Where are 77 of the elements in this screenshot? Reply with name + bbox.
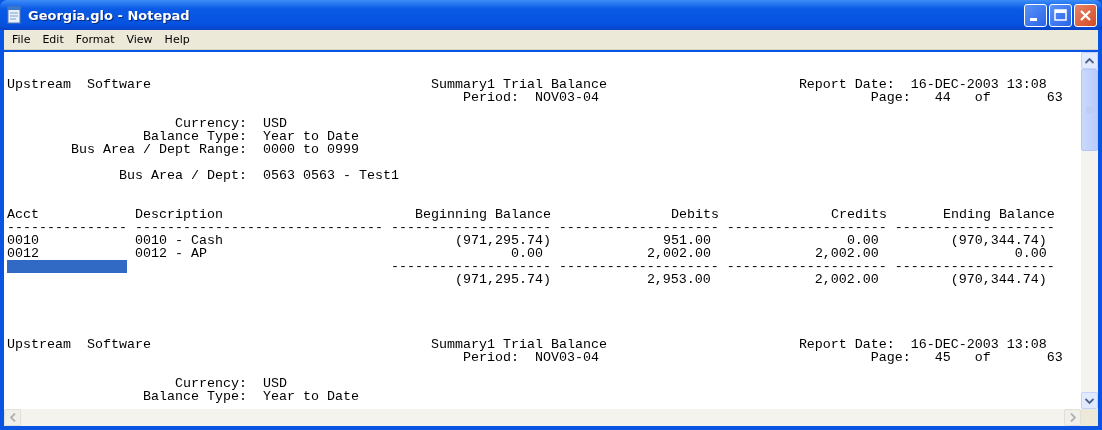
menu-item[interactable]: Help	[158, 30, 196, 49]
report-text: 44	[934, 90, 951, 105]
report-text: 0010	[7, 233, 39, 248]
report-text: NOV03-04	[534, 350, 599, 365]
report-text: Summary1 Trial Balance	[430, 337, 607, 352]
arrow-right-icon	[1069, 413, 1076, 422]
report-text: of	[974, 350, 991, 365]
report-text: Summary1 Trial Balance	[430, 77, 607, 92]
report-text: Currency:	[174, 116, 247, 131]
report-text: of	[974, 90, 991, 105]
report-text: 951.00	[662, 233, 711, 248]
scrollbar-corner	[1081, 409, 1098, 426]
report-text: Upstream	[7, 337, 71, 352]
report-text: 0563 0563 - Test1	[262, 168, 399, 183]
report-text: Report Date:	[798, 337, 895, 352]
report-text: Page:	[870, 90, 911, 105]
report-text: USD	[262, 376, 287, 391]
scroll-up-button[interactable]	[1081, 52, 1098, 69]
report-text: Bus Area / Dept:	[119, 168, 247, 183]
report-text: 16-DEC-2003 13:08	[910, 337, 1047, 352]
report-text: (971,295.74)	[454, 233, 551, 248]
report-text: NOV03-04	[534, 90, 599, 105]
report-text: Balance Type:	[143, 129, 247, 144]
report-text: (970,344.74)	[950, 233, 1047, 248]
report-text: 0.00	[846, 233, 879, 248]
report-text: Software	[87, 77, 151, 92]
report-text: Currency:	[174, 376, 247, 391]
report-text: Beginning Balance	[414, 207, 551, 222]
menu-item[interactable]: File	[6, 30, 37, 49]
report-text: Period:	[462, 350, 519, 365]
window-title: Georgia.glo - Notepad	[28, 7, 191, 23]
report-text: USD	[262, 116, 287, 131]
scroll-thumb[interactable]	[1081, 69, 1098, 151]
report-text: 0.00	[510, 246, 543, 261]
report-text: Year to Date	[262, 389, 359, 404]
report-text: 0012 - AP	[135, 246, 207, 261]
report-text: 2,002.00	[814, 246, 879, 261]
report-text: 0010 - Cash	[135, 233, 223, 248]
minimize-icon	[1030, 18, 1037, 21]
arrow-left-icon	[9, 413, 16, 422]
arrow-down-icon	[1085, 397, 1094, 404]
report-text: (971,295.74)	[454, 272, 551, 287]
report-text: Ending Balance	[942, 207, 1055, 222]
maximize-button[interactable]	[1049, 3, 1072, 27]
report-text: Bus Area / Dept Range:	[71, 142, 247, 157]
minimize-button[interactable]	[1024, 3, 1047, 27]
report-text: --------------- ------------------------------- -------------------- -------------------- -------------------- --------------------	[7, 220, 1055, 235]
report-text: 0012	[7, 246, 39, 261]
report-text: 45	[934, 350, 951, 365]
report-text: 16-DEC-2003 13:08	[910, 77, 1047, 92]
report-text: 2,002.00	[646, 246, 711, 261]
report-text: Period:	[462, 90, 519, 105]
scroll-down-button[interactable]	[1081, 392, 1098, 409]
report-text: Report Date:	[798, 77, 895, 92]
report-text: (970,344.74)	[950, 272, 1047, 287]
report-text: 2,002.00	[814, 272, 879, 287]
report-text: Debits	[670, 207, 719, 222]
report-text: Year to Date	[262, 129, 359, 144]
report-text: Acct	[7, 207, 39, 222]
close-button[interactable]	[1074, 3, 1097, 27]
report-text: Software	[87, 337, 151, 352]
report-text: 0.00	[1014, 246, 1047, 261]
menu-item[interactable]: Format	[69, 30, 121, 49]
report-text: 2,953.00	[646, 272, 711, 287]
report-text: Upstream	[7, 77, 71, 92]
report-text: -------------------- -------------------- -------------------- --------------------	[390, 259, 1055, 274]
report-text: 0000 to 0999	[262, 142, 359, 157]
arrow-up-icon	[1085, 57, 1094, 64]
report-text: Credits	[830, 207, 887, 222]
report-text: Description	[135, 207, 223, 222]
report-text: 63	[1046, 350, 1063, 365]
notepad-icon	[6, 6, 22, 24]
menu-item[interactable]: View	[120, 30, 159, 49]
menu-item[interactable]: Edit	[36, 30, 70, 49]
report-text: 63	[1046, 90, 1063, 105]
report-text: Page:	[870, 350, 911, 365]
report-text: Balance Type:	[143, 389, 247, 404]
